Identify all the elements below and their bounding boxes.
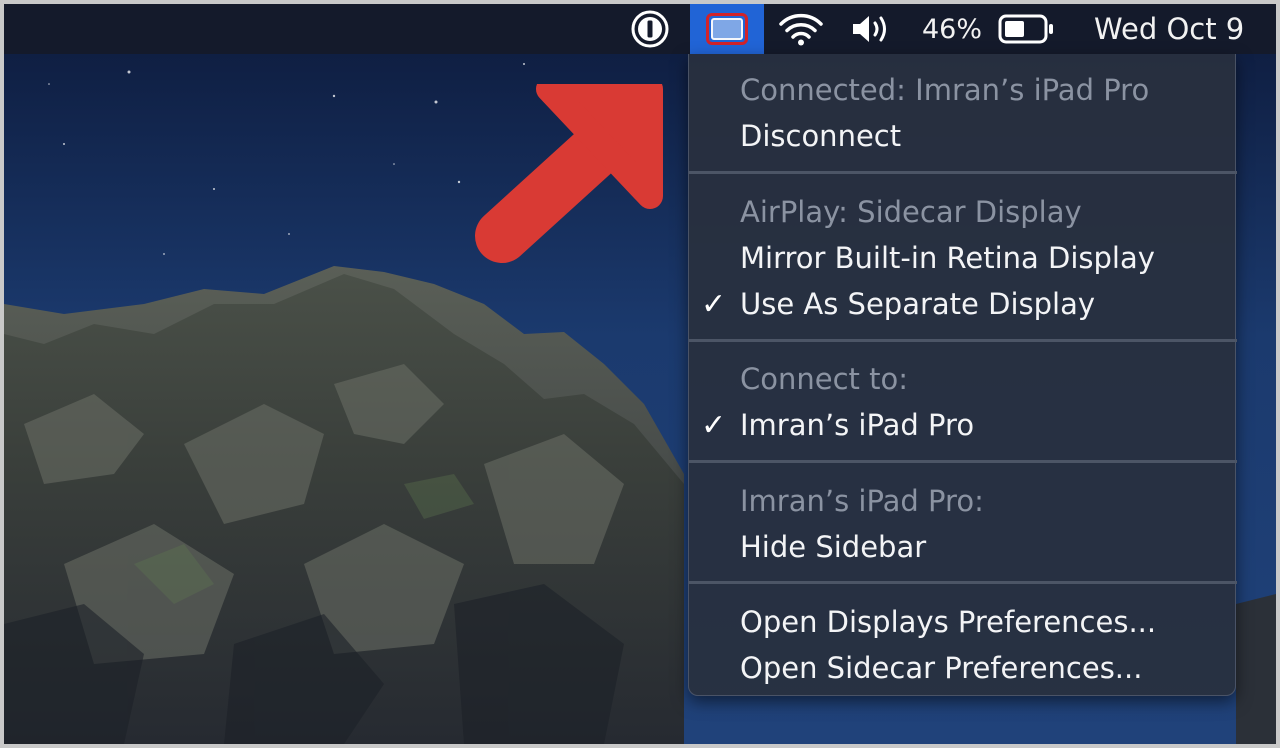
battery-percentage: 46% (922, 13, 983, 45)
menu-item-open-sidecar-preferences[interactable]: Open Sidecar Preferences... (689, 646, 1237, 690)
1password-icon[interactable] (626, 4, 674, 54)
annotation-arrow (475, 84, 663, 263)
menu-header-ipad-pro: Imran’s iPad Pro: (740, 484, 984, 518)
menu-item-disconnect[interactable]: Disconnect (689, 114, 1237, 158)
menu-separator (689, 460, 1237, 463)
display-glyph (711, 18, 743, 40)
annotation-highlight-box (706, 13, 748, 45)
menu-bar: 46% Wed Oct 9 (4, 4, 1276, 54)
menu-separator (689, 171, 1237, 174)
menu-separator (689, 581, 1237, 584)
screenshot-frame: 46% Wed Oct 9 Connected: Imran’s iPad Pr… (4, 4, 1276, 744)
menubar-clock[interactable]: Wed Oct 9 (1094, 4, 1270, 54)
checkmark-icon: ✓ (701, 286, 727, 322)
sidecar-display-icon[interactable] (690, 4, 764, 54)
menu-header-connected: Connected: Imran’s iPad Pro (740, 73, 1150, 107)
menu-item-ipad-pro[interactable]: ✓ Imran’s iPad Pro (689, 403, 1237, 447)
menu-header-connect-to: Connect to: (740, 362, 909, 396)
menu-separator (689, 339, 1237, 342)
menu-header-airplay: AirPlay: Sidecar Display (740, 195, 1082, 229)
checkmark-icon: ✓ (701, 407, 727, 443)
volume-icon[interactable] (844, 4, 900, 54)
menu-item-open-displays-preferences[interactable]: Open Displays Preferences... (689, 600, 1237, 644)
menu-item-separate-display[interactable]: ✓ Use As Separate Display (689, 282, 1237, 326)
battery-icon[interactable] (996, 4, 1058, 54)
wifi-icon[interactable] (774, 4, 828, 54)
menu-item-hide-sidebar[interactable]: Hide Sidebar (689, 525, 1237, 569)
menu-item-mirror-display[interactable]: Mirror Built-in Retina Display (689, 236, 1237, 280)
sidecar-dropdown-menu: Connected: Imran’s iPad Pro Disconnect A… (688, 54, 1237, 696)
